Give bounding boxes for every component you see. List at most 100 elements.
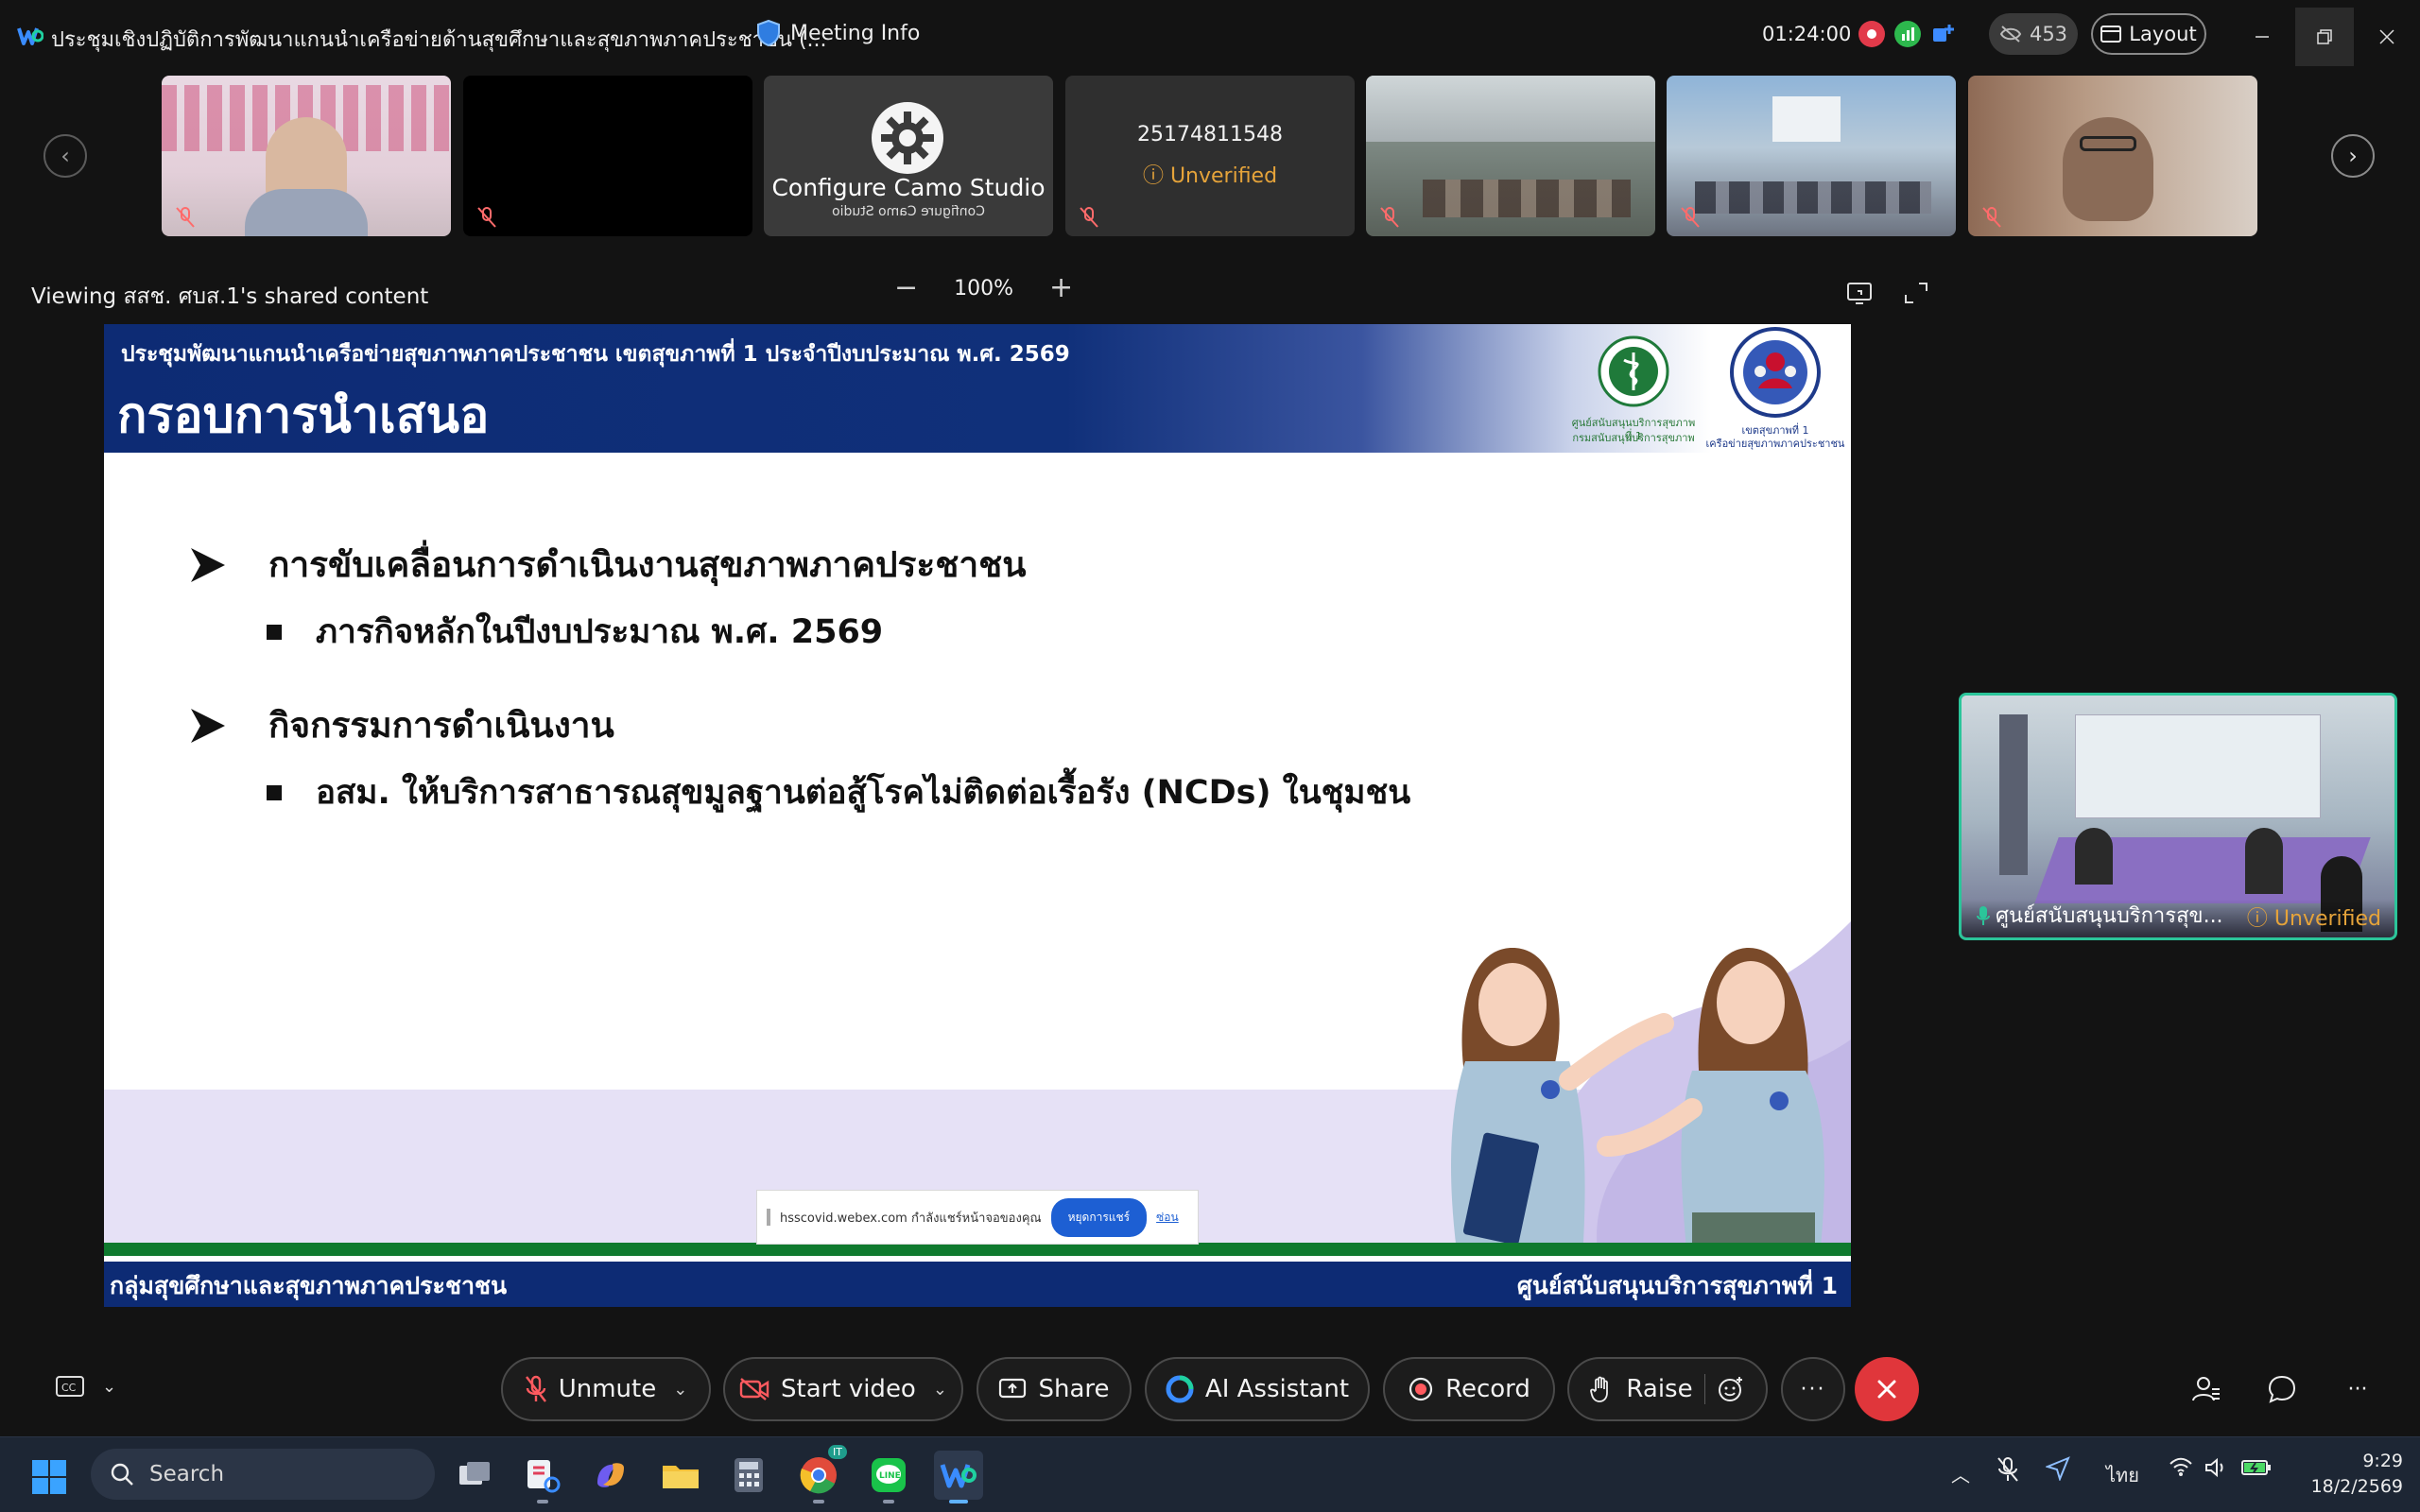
stop-sharing-button[interactable]: หยุดการแชร์ (1050, 1197, 1148, 1237)
drag-handle-icon[interactable] (767, 1209, 770, 1226)
mic-muted-tray[interactable] (1996, 1456, 2019, 1487)
chevron-up-icon: ︿ (1951, 1464, 1970, 1486)
restore-button[interactable] (2295, 8, 2354, 66)
participant-tile[interactable] (1366, 76, 1655, 236)
copilot-icon (597, 1463, 624, 1487)
chevron-left-icon: ‹ (60, 143, 70, 169)
self-view-tile[interactable]: ศูนย์สนับสนุนบริการสุข... ⓘ Unverified (1959, 693, 2397, 940)
running-indicator (883, 1500, 894, 1503)
zoom-in-button[interactable]: + (1049, 274, 1073, 302)
bullet-heading: การขับเคลื่อนการดำเนินงานสุขภาพภาคประชาช… (268, 544, 1027, 585)
leave-meeting-button[interactable] (1855, 1357, 1919, 1421)
shared-slide: ประชุมพัฒนาแกนนำเครือข่ายสุขภาพภาคประชาช… (104, 324, 1851, 1307)
unmute-button[interactable]: Unmute ⌄ (501, 1357, 711, 1421)
taskbar-app-chrome[interactable]: IT (794, 1445, 847, 1503)
eye-off-icon (1999, 26, 2022, 43)
participant-tile[interactable] (1968, 76, 2257, 236)
bullet-level-1: กิจกรรมการดำเนินงาน (187, 697, 1410, 753)
footer-right-text: ศูนย์สนับสนุนบริการสุขภาพที่ 1 (1516, 1272, 1838, 1299)
taskbar-app-snipping[interactable] (518, 1451, 567, 1503)
captions-button[interactable]: CC ⌄ (55, 1374, 116, 1399)
svg-text:LINE: LINE (879, 1471, 901, 1481)
hide-notice-link[interactable]: ซ่อน (1156, 1209, 1179, 1227)
bullet-item: ภารกิจหลักในปีงบประมาณ พ.ศ. 2569 (316, 613, 884, 651)
meeting-info-button[interactable]: Meeting Info (756, 19, 920, 47)
battery-tray[interactable] (2240, 1456, 2273, 1484)
strip-prev-button[interactable]: ‹ (43, 134, 87, 178)
bullet-level-2: อสม. ให้บริการสาธารณสุขมูลฐานต่อสู้โรคไม… (267, 766, 1410, 818)
layout-button[interactable]: Layout (2091, 13, 2206, 55)
phone-number: 25174811548 (1137, 123, 1283, 146)
taskbar-app-webex[interactable] (934, 1451, 983, 1503)
chrome-icon (800, 1457, 837, 1494)
more-panels-button[interactable]: ··· (2341, 1372, 2375, 1406)
muted-mic-icon (1380, 207, 1399, 228)
system-clock[interactable]: 9:29 18/2/2569 (2299, 1449, 2403, 1500)
svg-text:CC: CC (61, 1382, 77, 1394)
square-bullet-icon (267, 624, 282, 640)
participant-tile[interactable]: 25174811548 ⓘ Unverified (1065, 76, 1355, 236)
participant-tile[interactable]: Configure Camo Studio Configure Camo Stu… (764, 76, 1053, 236)
line-app-icon: LINE (872, 1458, 906, 1492)
taskbar-app-calculator[interactable] (724, 1451, 773, 1500)
more-options-button[interactable]: ··· (1781, 1357, 1845, 1421)
share-button[interactable]: Share (977, 1357, 1132, 1421)
taskbar-app-line[interactable]: LINE (864, 1451, 913, 1503)
reactions-icon[interactable] (1717, 1375, 1745, 1403)
recording-indicator-icon[interactable] (1858, 21, 1885, 47)
health-network-seal-icon (1730, 327, 1821, 418)
minimize-button[interactable] (2233, 8, 2291, 66)
zoom-out-button[interactable]: − (894, 274, 918, 302)
folder-icon (663, 1466, 699, 1488)
record-button[interactable]: Record (1383, 1357, 1555, 1421)
chevron-down-icon[interactable]: ⌄ (933, 1380, 947, 1400)
participant-tile[interactable] (162, 76, 451, 236)
slide-title: กรอบการนำเสนอ (117, 387, 490, 444)
participants-button[interactable] (2189, 1372, 2223, 1406)
chevron-right-icon: › (2348, 143, 2358, 169)
muted-mic-icon (176, 207, 195, 228)
participant-tile[interactable] (1667, 76, 1956, 236)
close-window-button[interactable] (2358, 8, 2416, 66)
calculator-icon (735, 1458, 763, 1492)
restore-icon (2317, 29, 2332, 44)
input-language[interactable]: ไทย (2106, 1460, 2139, 1490)
task-view-button[interactable] (450, 1451, 499, 1500)
ai-assistant-button[interactable]: AI Assistant (1145, 1357, 1370, 1421)
strip-next-button[interactable]: › (2331, 134, 2375, 178)
wifi-tray[interactable] (2169, 1456, 2193, 1482)
footer-green-stripe (104, 1243, 1851, 1256)
webex-window: ประชุมเชิงปฏิบัติการพัฒนาแกนนำเครือข่ายด… (0, 0, 2420, 1512)
pop-out-icon[interactable] (1845, 280, 1874, 306)
chevron-down-icon[interactable]: ⌄ (673, 1380, 687, 1400)
show-hidden-icons-button[interactable]: ︿ (1951, 1460, 1970, 1487)
raise-hand-button[interactable]: Raise (1567, 1357, 1768, 1421)
start-video-label: Start video (781, 1375, 916, 1403)
participants-icon (2192, 1377, 2220, 1401)
clock-time: 9:29 (2362, 1451, 2403, 1471)
start-button[interactable] (25, 1452, 74, 1502)
taskbar-app-copilot[interactable] (586, 1451, 635, 1500)
clock-date: 18/2/2569 (2310, 1476, 2403, 1497)
start-video-button[interactable]: Start video ⌄ (723, 1357, 963, 1421)
volume-tray[interactable] (2204, 1456, 2229, 1484)
location-tray[interactable] (2045, 1456, 2070, 1486)
glasses (2080, 136, 2136, 151)
participant-tile[interactable] (463, 76, 752, 236)
chevron-down-icon: ⌄ (102, 1376, 117, 1397)
fullscreen-icon[interactable] (1902, 280, 1930, 306)
taskbar-search[interactable]: Search (91, 1449, 435, 1500)
slide-footer: กลุ่มสุขศึกษาและสุขภาพภาคประชาชน ศูนย์สน… (104, 1262, 1851, 1307)
muted-mic-icon (477, 207, 496, 228)
chat-button[interactable] (2265, 1372, 2299, 1406)
speaker-icon (2205, 1457, 2223, 1478)
hidden-participants-button[interactable]: 453 (1989, 13, 2078, 55)
taskbar-app-file-explorer[interactable] (656, 1451, 705, 1500)
network-logo: เขตสุขภาพที่ 1 เครือข่ายสุขภาพภาคประชาชน (1705, 326, 1845, 453)
apps-icon[interactable] (1930, 21, 1957, 47)
minimize-icon (2256, 36, 2269, 38)
running-indicator (813, 1500, 824, 1503)
caduceus-seal-icon (1598, 335, 1669, 407)
video-off-icon (739, 1378, 769, 1400)
network-stats-icon[interactable] (1894, 21, 1921, 47)
